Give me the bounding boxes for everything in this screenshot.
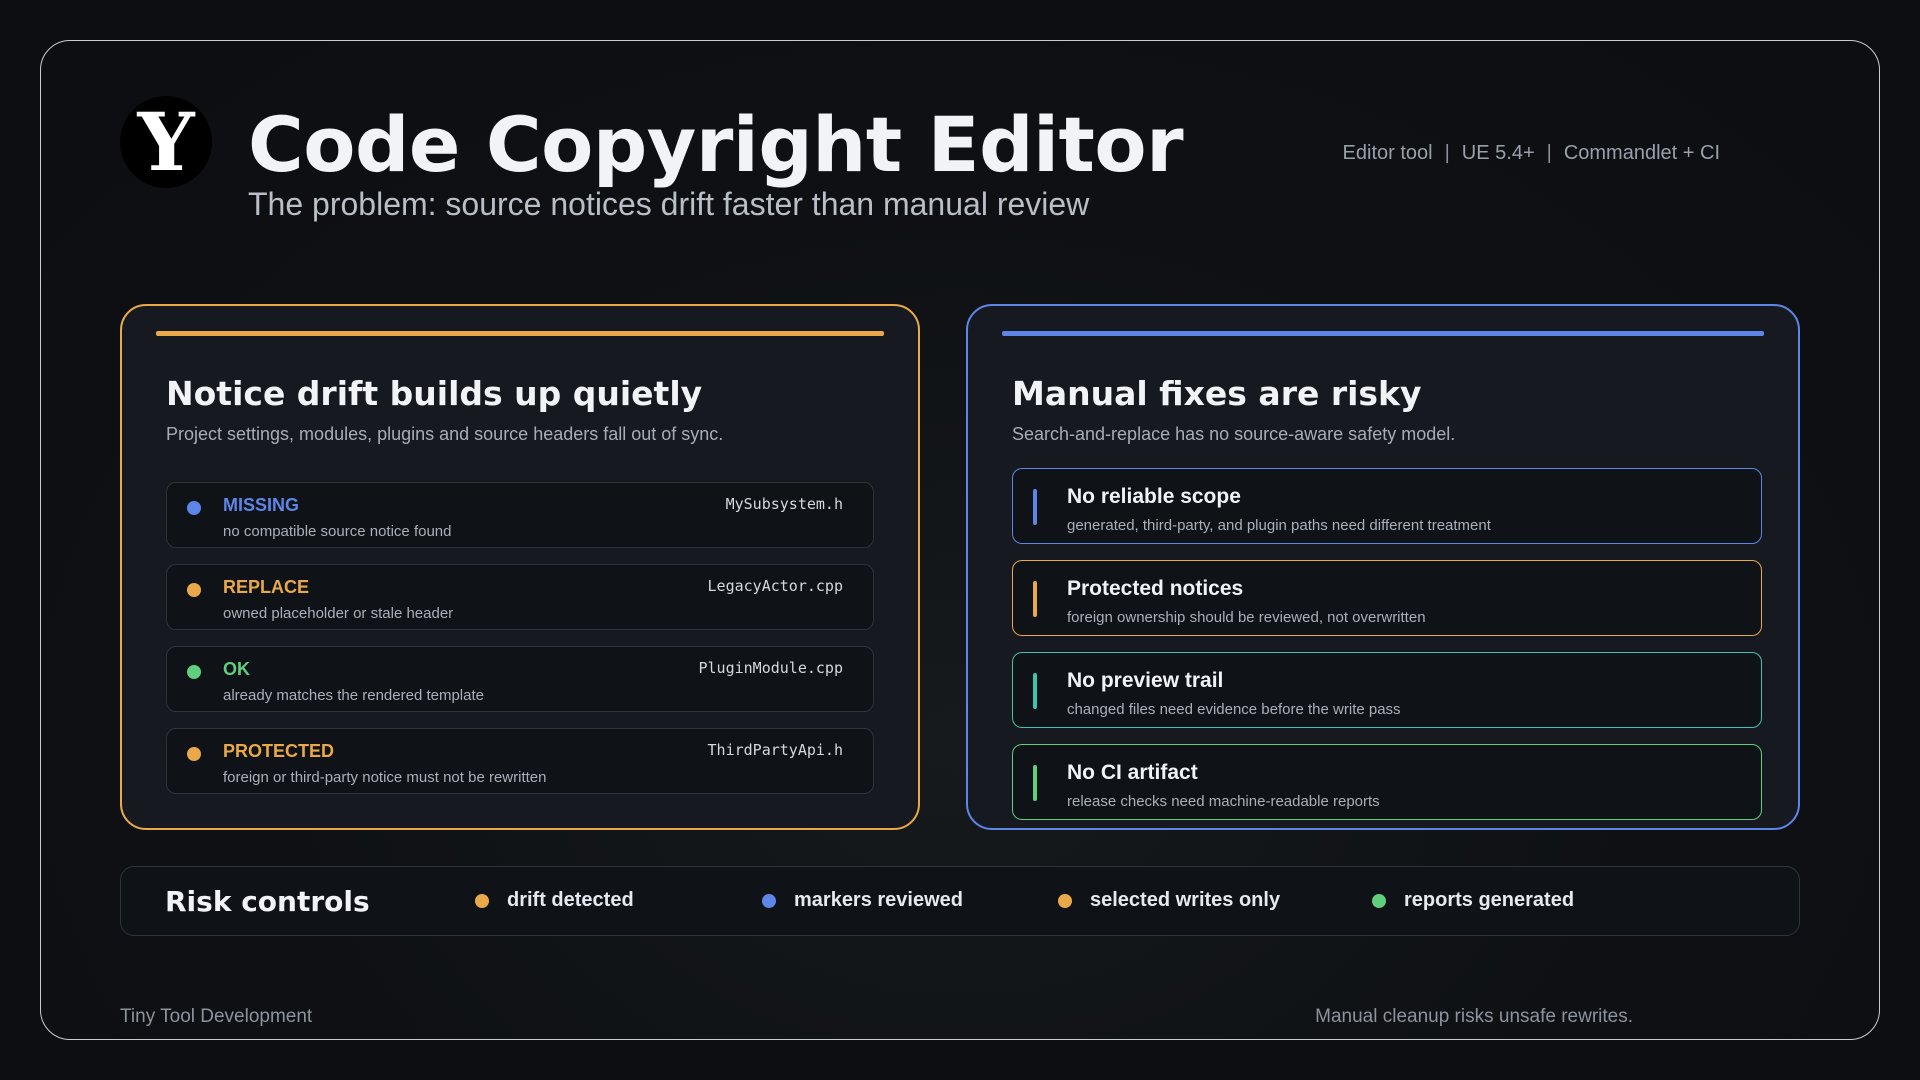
meta-item: Commandlet + CI <box>1563 142 1720 164</box>
card-accent-bar <box>1002 331 1764 336</box>
card-accent-bar <box>156 331 884 336</box>
control-dot-icon <box>1372 893 1386 908</box>
risk-title: No reliable scope <box>1067 485 1241 508</box>
control-label: selected writes only <box>1090 889 1281 911</box>
logo-letter: Y <box>137 95 195 189</box>
status-label: REPLACE <box>223 577 310 597</box>
risk-title: Protected notices <box>1067 577 1244 600</box>
footer-right: Manual cleanup risks unsafe rewrites. <box>1315 1006 1633 1027</box>
control-label: reports generated <box>1404 889 1575 911</box>
file-name: LegacyActor.cpp <box>707 577 843 595</box>
control-item-reports: reports generated <box>1372 889 1574 912</box>
logo: Y <box>120 96 212 188</box>
status-label: PROTECTED <box>223 741 335 761</box>
status-label: OK <box>223 659 250 679</box>
status-dot-icon <box>187 583 201 597</box>
risk-title: No preview trail <box>1067 669 1224 692</box>
status-item-missing: MISSING no compatible source notice foun… <box>166 482 874 548</box>
risk-controls-title: Risk controls <box>165 885 370 918</box>
risk-note: release checks need machine-readable rep… <box>1067 793 1380 810</box>
status-label: MISSING <box>223 495 300 515</box>
control-item-drift: drift detected <box>475 889 634 912</box>
status-note: no compatible source notice found <box>223 523 452 540</box>
page-title: Code Copyright Editor <box>248 100 1184 189</box>
page-subtitle: The problem: source notices drift faster… <box>248 186 1090 222</box>
status-note: owned placeholder or stale header <box>223 605 454 622</box>
risk-item-preview: No preview trail changed files need evid… <box>1012 652 1762 728</box>
status-item-replace: REPLACE owned placeholder or stale heade… <box>166 564 874 630</box>
risk-note: foreign ownership should be reviewed, no… <box>1067 609 1426 626</box>
control-item-writes: selected writes only <box>1058 889 1280 912</box>
file-name: MySubsystem.h <box>725 495 843 513</box>
status-item-protected: PROTECTED foreign or third-party notice … <box>166 728 874 794</box>
control-item-markers: markers reviewed <box>762 889 963 912</box>
risk-item-ci: No CI artifact release checks need machi… <box>1012 744 1762 820</box>
meta-separator: | <box>1444 142 1450 164</box>
status-dot-icon <box>187 665 201 679</box>
meta-separator: | <box>1546 142 1552 164</box>
control-dot-icon <box>475 893 489 908</box>
risk-accent-bar <box>1033 765 1037 801</box>
risk-controls-bar: Risk controls drift detected markers rev… <box>120 866 1800 936</box>
control-dot-icon <box>1058 893 1072 908</box>
status-dot-icon <box>187 747 201 761</box>
control-label: markers reviewed <box>794 889 964 911</box>
status-note: already matches the rendered template <box>223 687 484 704</box>
meta-info: Editor tool | UE 5.4+ | Commandlet + CI <box>1343 142 1720 165</box>
status-item-ok: OK already matches the rendered template… <box>166 646 874 712</box>
risk-list: No reliable scope generated, third-party… <box>1012 468 1762 836</box>
status-list: MISSING no compatible source notice foun… <box>166 482 874 810</box>
card-title: Manual fixes are risky <box>1012 374 1422 413</box>
risk-title: No CI artifact <box>1067 761 1198 784</box>
meta-item: UE 5.4+ <box>1461 142 1535 164</box>
status-note: foreign or third-party notice must not b… <box>223 769 547 786</box>
footer-left: Tiny Tool Development <box>120 1006 313 1027</box>
meta-item: Editor tool <box>1342 142 1433 164</box>
manual-fixes-card: Manual fixes are risky Search-and-replac… <box>966 304 1800 830</box>
risk-accent-bar <box>1033 489 1037 525</box>
risk-item-scope: No reliable scope generated, third-party… <box>1012 468 1762 544</box>
risk-note: changed files need evidence before the w… <box>1067 701 1401 718</box>
risk-note: generated, third-party, and plugin paths… <box>1067 517 1491 534</box>
risk-item-protected: Protected notices foreign ownership shou… <box>1012 560 1762 636</box>
card-description: Search-and-replace has no source-aware s… <box>1012 424 1456 444</box>
notice-drift-card: Notice drift builds up quietly Project s… <box>120 304 920 830</box>
control-label: drift detected <box>507 889 634 911</box>
risk-accent-bar <box>1033 673 1037 709</box>
card-title: Notice drift builds up quietly <box>166 374 703 413</box>
control-dot-icon <box>762 893 776 908</box>
risk-accent-bar <box>1033 581 1037 617</box>
file-name: ThirdPartyApi.h <box>707 741 843 759</box>
status-dot-icon <box>187 501 201 515</box>
card-description: Project settings, modules, plugins and s… <box>166 424 724 444</box>
file-name: PluginModule.cpp <box>698 659 844 677</box>
